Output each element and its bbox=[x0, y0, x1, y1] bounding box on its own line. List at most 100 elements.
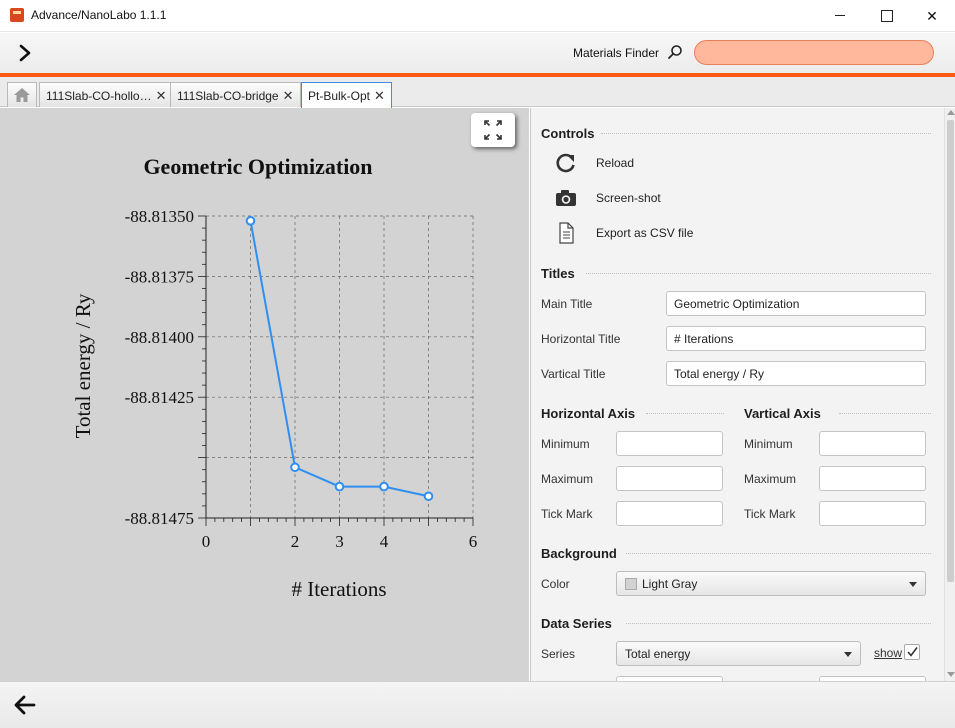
y-axis-title: Total energy / Ry bbox=[71, 293, 95, 438]
v-max-field[interactable] bbox=[819, 466, 926, 491]
document-icon bbox=[559, 222, 574, 244]
forward-chevron-icon[interactable] bbox=[14, 41, 36, 65]
h-tick-label: Tick Mark bbox=[541, 507, 593, 521]
chart-title: Geometric Optimization bbox=[143, 154, 372, 179]
scroll-down-icon[interactable] bbox=[947, 672, 955, 677]
tab-label: 111Slab-CO-hollo… bbox=[46, 89, 152, 103]
main-title-label: Main Title bbox=[541, 297, 593, 311]
horizontal-title-label: Horizontal Title bbox=[541, 332, 621, 346]
chart-svg: 0 2 3 4 6 -88.81350 -88.81375 -88.81400 -88.8142… bbox=[71, 154, 478, 601]
close-tab-icon[interactable]: ✕ bbox=[156, 88, 167, 104]
h-max-field[interactable] bbox=[616, 466, 723, 491]
section-divider bbox=[586, 273, 931, 274]
window-title: Advance/NanoLabo 1.1.1 bbox=[31, 8, 167, 22]
screenshot-label: Screen-shot bbox=[596, 191, 661, 205]
title-bar: Advance/NanoLabo 1.1.1 ✕ bbox=[0, 0, 955, 32]
back-arrow-icon[interactable] bbox=[12, 692, 38, 718]
data-point bbox=[334, 481, 345, 492]
expand-icon bbox=[484, 120, 502, 140]
expand-chart-button[interactable] bbox=[471, 113, 515, 147]
section-divider bbox=[601, 133, 931, 134]
y-tick-label: -88.81350 bbox=[125, 207, 194, 226]
vertical-title-label: Vartical Title bbox=[541, 367, 606, 381]
app-logo-icon bbox=[10, 8, 24, 22]
reload-button[interactable]: Reload bbox=[555, 150, 755, 176]
tab-pt-bulk-opt[interactable]: Pt-Bulk-Opt ✕ bbox=[301, 82, 392, 108]
maximize-button[interactable] bbox=[863, 0, 909, 32]
show-series-checkbox[interactable] bbox=[904, 644, 920, 660]
tab-home[interactable] bbox=[7, 82, 37, 107]
section-divider bbox=[626, 553, 931, 554]
x-tick-label: 4 bbox=[380, 532, 389, 551]
close-tab-icon[interactable]: ✕ bbox=[374, 88, 385, 104]
materials-finder-search-input[interactable] bbox=[694, 40, 934, 65]
v-max-label: Maximum bbox=[744, 472, 797, 486]
series-label: Series bbox=[541, 647, 576, 661]
x-tick-label: 0 bbox=[202, 532, 211, 551]
export-csv-label: Export as CSV file bbox=[596, 226, 694, 240]
color-value: Light Gray bbox=[642, 577, 698, 591]
data-series-section-title: Data Series bbox=[541, 616, 612, 631]
y-tick-label: -88.81400 bbox=[125, 328, 194, 347]
titles-section-title: Titles bbox=[541, 266, 575, 281]
tab-strip: 111Slab-CO-hollo… ✕ 111Slab-CO-bridge ✕ Pt… bbox=[0, 77, 955, 108]
export-csv-button[interactable]: Export as CSV file bbox=[555, 220, 755, 246]
series-select[interactable]: Total energy bbox=[616, 641, 861, 666]
y-tick-label: -88.81375 bbox=[125, 267, 194, 286]
scroll-thumb[interactable] bbox=[947, 120, 954, 582]
data-point bbox=[290, 462, 300, 473]
color-label: Color bbox=[541, 577, 570, 591]
horizontal-axis-section-title: Horizontal Axis bbox=[541, 406, 636, 421]
camera-icon bbox=[556, 190, 576, 206]
x-tick-label: 2 bbox=[291, 532, 300, 551]
section-divider bbox=[839, 413, 931, 414]
v-tick-label: Tick Mark bbox=[744, 507, 796, 521]
data-point bbox=[245, 216, 256, 226]
tab-label: 111Slab-CO-bridge bbox=[177, 89, 279, 103]
tab-111slab-co-hollow[interactable]: 111Slab-CO-hollo… ✕ bbox=[39, 82, 174, 107]
show-series-label[interactable]: show bbox=[874, 646, 902, 660]
data-point bbox=[379, 481, 389, 492]
section-divider bbox=[646, 413, 724, 414]
close-tab-icon[interactable]: ✕ bbox=[283, 88, 294, 104]
h-min-field[interactable] bbox=[616, 431, 723, 456]
vertical-title-field[interactable] bbox=[666, 361, 926, 386]
x-axis-title: # Iterations bbox=[291, 577, 386, 601]
x-tick-label: 3 bbox=[335, 532, 344, 551]
series-line bbox=[249, 220, 429, 498]
x-tick-label: 6 bbox=[469, 532, 478, 551]
bottom-bar bbox=[0, 681, 955, 728]
chart-settings-panel: Controls Reload Screen-shot Export as CS… bbox=[530, 108, 955, 681]
top-toolbar: Materials Finder bbox=[0, 33, 955, 73]
vertical-axis-section-title: Vartical Axis bbox=[744, 406, 821, 421]
h-max-label: Maximum bbox=[541, 472, 594, 486]
minimize-button[interactable] bbox=[817, 0, 863, 32]
h-min-label: Minimum bbox=[541, 437, 590, 451]
tab-label: Pt-Bulk-Opt bbox=[308, 89, 371, 103]
horizontal-title-field[interactable] bbox=[666, 326, 926, 351]
reload-label: Reload bbox=[596, 156, 635, 170]
search-icon[interactable] bbox=[667, 44, 683, 60]
h-tick-field[interactable] bbox=[616, 501, 723, 526]
v-tick-field[interactable] bbox=[819, 501, 926, 526]
background-section-title: Background bbox=[541, 546, 617, 561]
checkmark-icon bbox=[907, 647, 918, 657]
chart-pane: 0 2 3 4 6 -88.81350 -88.81375 -88.81400 -88.8142… bbox=[0, 108, 529, 681]
y-tick-label: -88.81475 bbox=[125, 509, 194, 528]
chevron-down-icon bbox=[844, 652, 852, 657]
tab-111slab-co-bridge[interactable]: 111Slab-CO-bridge ✕ bbox=[170, 82, 301, 107]
main-title-field[interactable] bbox=[666, 291, 926, 316]
settings-scrollbar[interactable] bbox=[944, 108, 955, 681]
data-point bbox=[423, 491, 434, 502]
v-min-label: Minimum bbox=[744, 437, 793, 451]
background-color-select[interactable]: Light Gray bbox=[616, 571, 926, 596]
v-min-field[interactable] bbox=[819, 431, 926, 456]
controls-section-title: Controls bbox=[541, 126, 595, 141]
scroll-up-icon[interactable] bbox=[947, 110, 955, 115]
series-value: Total energy bbox=[625, 647, 691, 661]
materials-finder-label: Materials Finder bbox=[573, 46, 660, 60]
screenshot-button[interactable]: Screen-shot bbox=[555, 185, 755, 211]
reload-icon bbox=[556, 153, 575, 173]
y-tick-label: -88.81425 bbox=[125, 388, 194, 407]
close-window-button[interactable]: ✕ bbox=[909, 0, 955, 32]
